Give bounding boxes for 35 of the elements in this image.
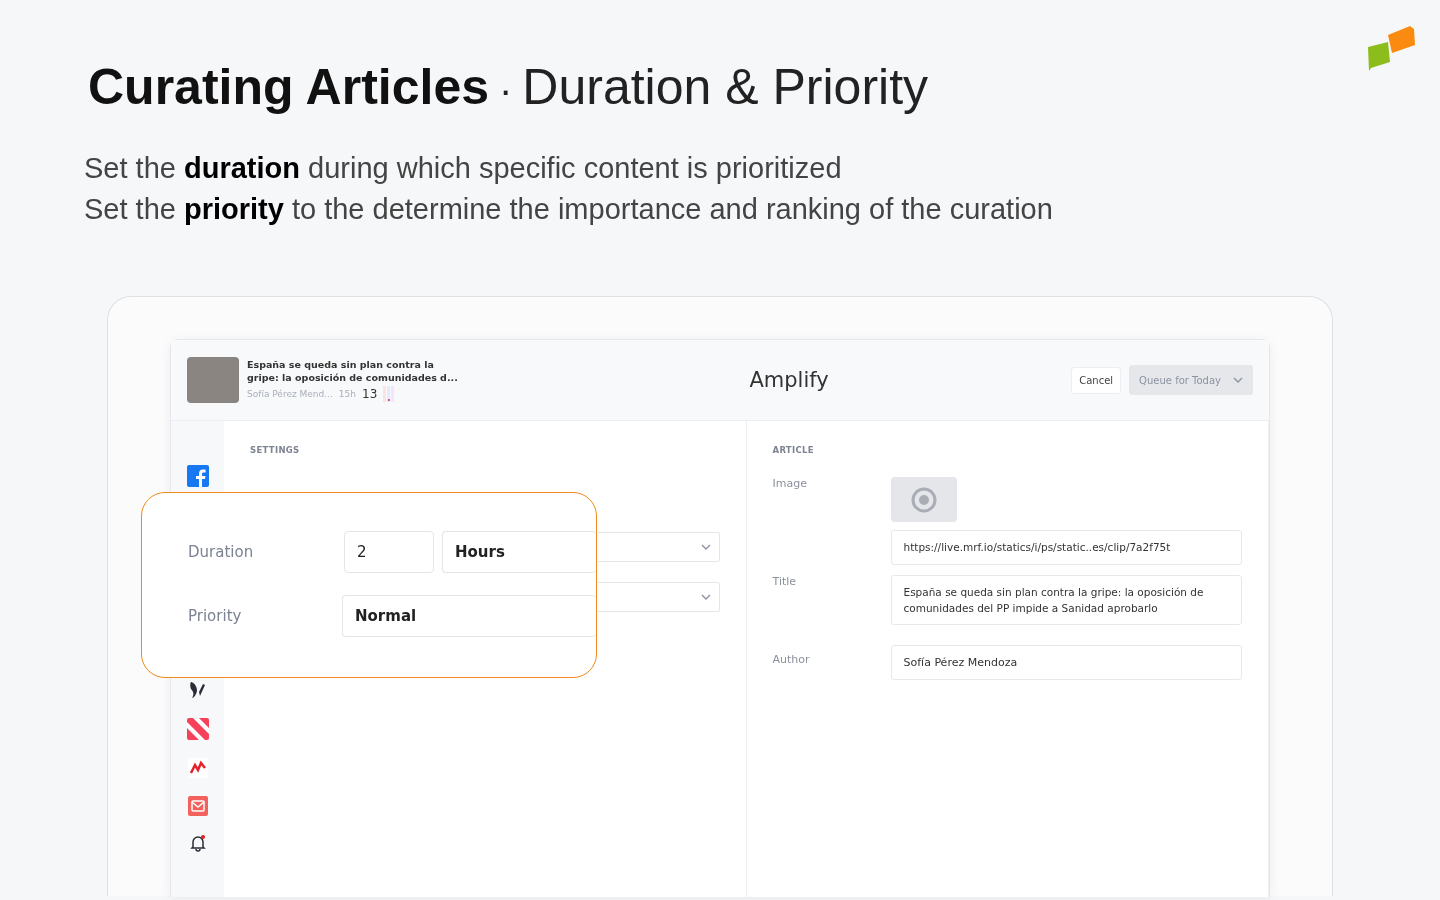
- photo-placeholder: [187, 357, 239, 403]
- title-separator: ·: [499, 68, 513, 113]
- article-author: Sofía Pérez Mend...: [247, 389, 333, 399]
- chevron-down-icon: [1233, 377, 1243, 383]
- field-label: Duration: [188, 543, 255, 561]
- number-field[interactable]: 2: [344, 531, 434, 573]
- field-label: Image: [772, 477, 808, 490]
- field-label: Priority: [188, 607, 243, 625]
- title-field[interactable]: España se queda sin plan contra la gripe: la oposición de comunidades del PP impide a Sanidad aprobarlo: [890, 575, 1242, 625]
- article-age: 15h: [338, 389, 356, 399]
- zigzag-icon[interactable]: [187, 758, 208, 778]
- logo-icon: [1366, 25, 1416, 71]
- striped-square-icon[interactable]: [186, 718, 209, 740]
- color-bars-icon: [383, 386, 396, 402]
- page-title: Curating Articles: [88, 58, 489, 116]
- chevron-down-icon: [700, 594, 711, 600]
- field-label: Author: [772, 652, 811, 666]
- author-field[interactable]: Sofía Pérez Mendoza: [890, 645, 1242, 680]
- article-title: España se queda sin plan contra la gripe: la oposición de comunidades d...: [247, 358, 459, 384]
- circle-icon: [909, 485, 938, 514]
- f-logo-icon[interactable]: [186, 465, 209, 487]
- section-heading: ARTICLE: [772, 445, 815, 455]
- url-field[interactable]: https://live.mrf.io/statics/i/ps/static..es/clip/7a2f75t: [890, 530, 1242, 565]
- mail-icon[interactable]: [187, 796, 208, 816]
- section-heading: SETTINGS: [250, 445, 301, 455]
- cancel-button[interactable]: Cancel: [1071, 366, 1122, 394]
- page-subtitle: Duration & Priority: [522, 58, 929, 116]
- description-line: Set the priority to the determine the importance and ranking of the curation: [84, 193, 1054, 226]
- chevron-down-icon: [700, 544, 711, 550]
- bell-icon[interactable]: [188, 834, 207, 852]
- image-placeholder[interactable]: [890, 477, 957, 522]
- field-label: Title: [772, 575, 798, 588]
- description-line: Set the duration during which specific content is prioritized: [84, 152, 843, 185]
- modal-title: Amplify: [748, 368, 830, 392]
- article-count: 13: [362, 387, 378, 401]
